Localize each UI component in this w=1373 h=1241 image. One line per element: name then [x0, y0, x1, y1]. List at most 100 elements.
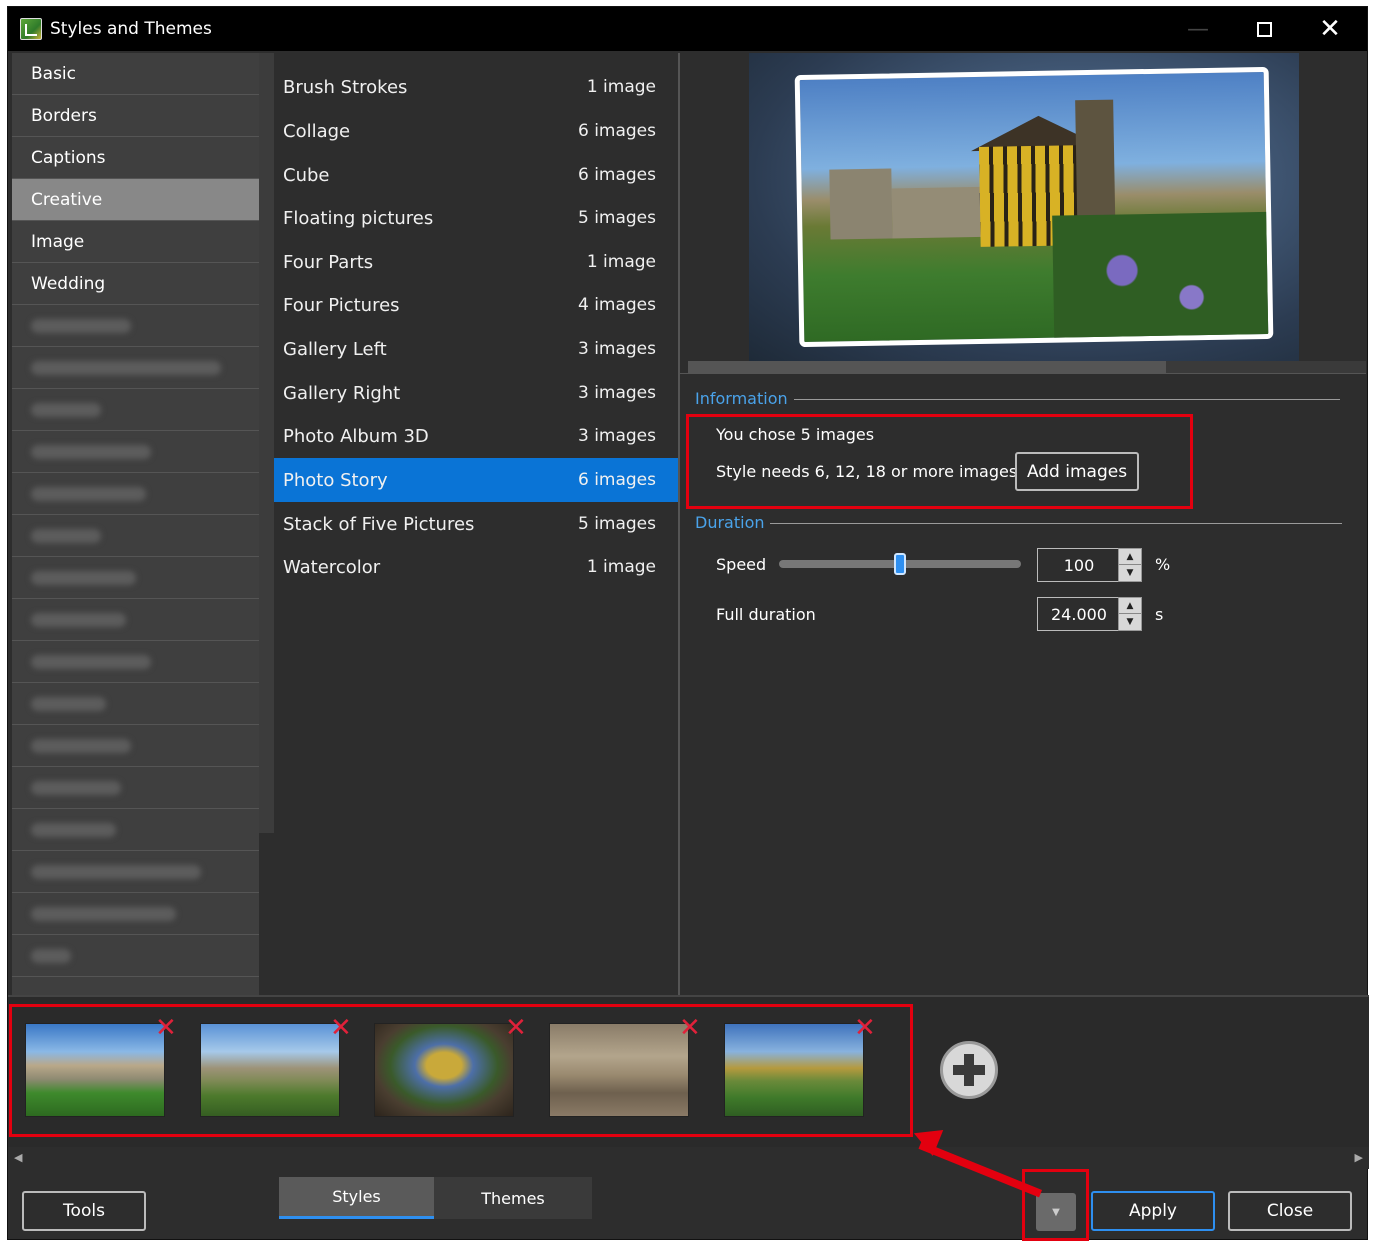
category-wedding[interactable]: Wedding	[12, 263, 259, 305]
blurred-category[interactable]	[12, 767, 259, 809]
speed-up-icon[interactable]: ▲	[1119, 549, 1141, 565]
blurred-category[interactable]	[12, 557, 259, 599]
style-item[interactable]: Gallery Right 3 images	[274, 371, 678, 415]
preview-scrollbar[interactable]	[688, 361, 1366, 373]
style-image-count: 5 images	[577, 514, 656, 534]
blurred-label	[31, 906, 176, 921]
style-item[interactable]: Cube 6 images	[274, 153, 678, 197]
chevron-down-icon[interactable]: ▼	[1036, 1193, 1076, 1231]
blurred-category[interactable]	[12, 515, 259, 557]
image-thumbnail[interactable]	[549, 1023, 689, 1117]
minimize-button[interactable]: —	[1165, 7, 1231, 51]
blurred-label	[31, 360, 221, 375]
preview-scroll-thumb[interactable]	[688, 361, 1166, 373]
style-image-count: 1 image	[586, 77, 656, 97]
speed-stepper[interactable]: ▲ ▼	[1118, 548, 1142, 582]
blurred-label	[31, 738, 131, 753]
remove-image-icon[interactable]: ✕	[679, 1015, 701, 1041]
blurred-label	[31, 780, 121, 795]
style-item[interactable]: Photo Album 3D 3 images	[274, 414, 678, 458]
remove-image-icon[interactable]: ✕	[505, 1015, 527, 1041]
preview-church-nave	[891, 186, 983, 239]
styles-scrollbar[interactable]	[259, 53, 274, 833]
blurred-category[interactable]	[12, 473, 259, 515]
scroll-right-icon[interactable]: ▶	[1355, 1151, 1363, 1164]
duration-group-title: Duration	[695, 513, 765, 532]
style-name: Stack of Five Pictures	[283, 513, 475, 535]
remove-image-icon[interactable]: ✕	[854, 1015, 876, 1041]
panel-divider[interactable]	[678, 53, 680, 997]
image-thumbnail[interactable]	[200, 1023, 340, 1117]
add-images-button[interactable]: Add images	[1015, 452, 1139, 491]
style-name: Gallery Right	[283, 382, 401, 404]
chosen-images-text: You chose 5 images	[716, 425, 875, 444]
maximize-icon	[1256, 21, 1272, 37]
blurred-category[interactable]	[12, 851, 259, 893]
style-image-count: 1 image	[586, 557, 656, 577]
style-item[interactable]: Brush Strokes 1 image	[274, 65, 678, 109]
style-list: Brush Strokes 1 image Collage 6 images Cub…	[274, 53, 678, 997]
style-item[interactable]: Four Parts 1 image	[274, 240, 678, 284]
blurred-category[interactable]	[12, 809, 259, 851]
preview-photo-frame	[794, 66, 1274, 348]
blurred-label	[31, 402, 101, 417]
speed-down-icon[interactable]: ▼	[1119, 565, 1141, 581]
remove-image-icon[interactable]: ✕	[155, 1015, 177, 1041]
close-button[interactable]: Close	[1228, 1191, 1352, 1231]
style-name: Gallery Left	[283, 338, 387, 360]
blurred-category[interactable]	[12, 641, 259, 683]
style-item[interactable]: Floating pictures 5 images	[274, 196, 678, 240]
full-duration-stepper[interactable]: ▲ ▼	[1118, 597, 1142, 631]
speed-slider-thumb[interactable]	[894, 553, 906, 575]
style-item[interactable]: Four Pictures 4 images	[274, 283, 678, 327]
tools-button[interactable]: Tools	[22, 1191, 146, 1231]
blurred-label	[31, 654, 151, 669]
scroll-left-icon[interactable]: ◀	[14, 1151, 22, 1164]
add-image-icon[interactable]	[940, 1041, 998, 1099]
blurred-label	[31, 318, 131, 333]
category-captions[interactable]: Captions	[12, 137, 259, 179]
category-creative[interactable]: Creative	[12, 179, 259, 221]
style-item[interactable]: Stack of Five Pictures 5 images	[274, 502, 678, 546]
style-item[interactable]: Watercolor 1 image	[274, 545, 678, 589]
style-name: Brush Strokes	[283, 76, 408, 98]
apply-button[interactable]: Apply	[1091, 1191, 1215, 1231]
preview-church	[829, 168, 893, 240]
thumbnail-scrollbar[interactable]: ◀ ▶	[8, 1147, 1369, 1169]
speed-input[interactable]: 100	[1037, 548, 1121, 582]
category-list: Basic Borders Captions Creative Image We…	[12, 53, 259, 997]
category-image[interactable]: Image	[12, 221, 259, 263]
style-image-count: 3 images	[577, 339, 656, 359]
full-duration-input[interactable]: 24.000	[1037, 597, 1121, 631]
image-thumbnail[interactable]	[25, 1023, 165, 1117]
style-item[interactable]: Gallery Left 3 images	[274, 327, 678, 371]
remove-image-icon[interactable]: ✕	[330, 1015, 352, 1041]
duration-group-line	[770, 523, 1342, 524]
style-image-count: 6 images	[577, 165, 656, 185]
blurred-category[interactable]	[12, 305, 259, 347]
close-window-button[interactable]: ✕	[1297, 7, 1363, 51]
blurred-category[interactable]	[12, 389, 259, 431]
blurred-label	[31, 696, 106, 711]
blurred-label	[31, 948, 71, 963]
style-item[interactable]: Collage 6 images	[274, 109, 678, 153]
duration-up-icon[interactable]: ▲	[1119, 598, 1141, 614]
tab-themes[interactable]: Themes	[434, 1177, 592, 1219]
blurred-category[interactable]	[12, 599, 259, 641]
style-preview	[749, 53, 1299, 361]
style-item-selected[interactable]: Photo Story 6 images	[274, 458, 678, 502]
blurred-category[interactable]	[12, 935, 259, 977]
image-thumbnail[interactable]	[724, 1023, 864, 1117]
duration-down-icon[interactable]: ▼	[1119, 614, 1141, 630]
category-borders[interactable]: Borders	[12, 95, 259, 137]
blurred-category[interactable]	[12, 347, 259, 389]
blurred-category[interactable]	[12, 683, 259, 725]
style-name: Collage	[283, 120, 351, 142]
blurred-category[interactable]	[12, 893, 259, 935]
category-basic[interactable]: Basic	[12, 53, 259, 95]
tab-styles[interactable]: Styles	[279, 1177, 434, 1219]
image-thumbnail[interactable]	[374, 1023, 514, 1117]
maximize-button[interactable]	[1231, 7, 1297, 51]
blurred-category[interactable]	[12, 725, 259, 767]
blurred-category[interactable]	[12, 431, 259, 473]
